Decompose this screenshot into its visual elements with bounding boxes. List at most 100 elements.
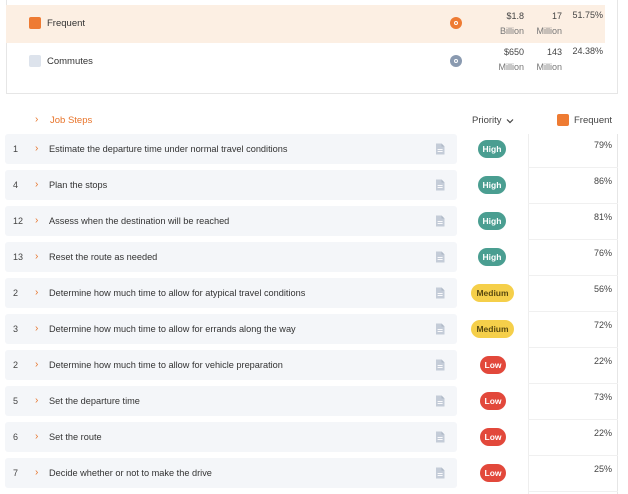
table-row[interactable]: 7 › Decide whether or not to make the dr…	[0, 458, 628, 492]
segment-row-commutes[interactable]: Commutes $650 Million 143 Million 24.38%	[6, 43, 605, 81]
segment-percent: 81%	[593, 212, 612, 222]
step-text: Determine how much time to allow for err…	[49, 324, 296, 334]
document-icon[interactable]	[435, 287, 445, 299]
row-divider	[528, 455, 618, 456]
segment-share: 51.75%	[572, 10, 603, 20]
target-icon[interactable]	[450, 55, 462, 67]
document-icon[interactable]	[435, 395, 445, 407]
row-divider	[528, 275, 618, 276]
document-icon[interactable]	[435, 467, 445, 479]
priority-badge: Low	[480, 428, 506, 446]
segment-percent: 79%	[593, 140, 612, 150]
table-row[interactable]: 6 › Set the route Low 22%	[0, 422, 628, 456]
priority-badge: High	[478, 248, 506, 266]
chevron-right-icon[interactable]: ›	[35, 287, 38, 298]
chevron-right-icon[interactable]: ›	[35, 114, 38, 125]
priority-badge: Low	[480, 356, 506, 374]
document-icon[interactable]	[435, 215, 445, 227]
chevron-right-icon[interactable]: ›	[35, 359, 38, 370]
document-icon[interactable]	[435, 179, 445, 191]
table-row[interactable]: 2 › Determine how much time to allow for…	[0, 278, 628, 312]
segment-column-label: Frequent	[574, 115, 613, 126]
priority-badge: Medium	[471, 320, 514, 338]
step-number: 7	[13, 468, 19, 478]
segment-name: Frequent	[47, 18, 86, 29]
row-divider	[528, 311, 618, 312]
job-steps-label[interactable]: Job Steps	[50, 115, 92, 126]
segment-percent: 56%	[593, 284, 612, 294]
step-number: 4	[13, 180, 19, 190]
table-row[interactable]: 1 › Estimate the departure time under no…	[0, 134, 628, 168]
priority-badge: Low	[480, 392, 506, 410]
row-divider	[528, 239, 618, 240]
chevron-right-icon[interactable]: ›	[35, 251, 38, 262]
step-text: Determine how much time to allow for veh…	[49, 360, 283, 370]
document-icon[interactable]	[435, 359, 445, 371]
segment-percent: 72%	[593, 320, 612, 330]
segment-swatch	[29, 55, 41, 67]
step-text: Reset the route as needed	[49, 252, 158, 262]
row-divider	[528, 383, 618, 384]
segment-percent: 22%	[593, 356, 612, 366]
table-row[interactable]: 12 › Assess when the destination will be…	[0, 206, 628, 240]
step-text: Set the departure time	[49, 396, 140, 406]
chevron-right-icon[interactable]: ›	[35, 467, 38, 478]
step-number: 2	[13, 360, 19, 370]
step-number: 3	[13, 324, 19, 334]
segment-row-frequent[interactable]: Frequent $1.8 Billion 17 Million 51.75%	[6, 5, 605, 43]
segment-percent: 25%	[593, 464, 612, 474]
step-number: 5	[13, 396, 19, 406]
step-text: Plan the stops	[49, 180, 108, 190]
document-icon[interactable]	[435, 251, 445, 263]
step-text: Determine how much time to allow for aty…	[49, 288, 306, 298]
row-divider	[528, 347, 618, 348]
table-row[interactable]: 4 › Plan the stops High 86%	[0, 170, 628, 204]
row-divider	[528, 203, 618, 204]
segment-revenue: $1.8 Billion	[499, 11, 524, 36]
chevron-right-icon[interactable]: ›	[35, 323, 38, 334]
row-divider	[528, 167, 618, 168]
segment-swatch	[557, 114, 569, 126]
table-row[interactable]: 3 › Determine how much time to allow for…	[0, 314, 628, 348]
segment-percent: 73%	[593, 392, 612, 402]
document-icon[interactable]	[435, 431, 445, 443]
row-divider	[528, 491, 618, 492]
segment-revenue: $650 Million	[498, 47, 524, 72]
priority-label: Priority	[472, 115, 502, 126]
step-number: 12	[13, 216, 24, 226]
row-divider	[528, 419, 618, 420]
table-row[interactable]: 2 › Determine how much time to allow for…	[0, 350, 628, 384]
step-text: Decide whether or not to make the drive	[49, 468, 212, 478]
segment-percent: 22%	[593, 428, 612, 438]
target-icon[interactable]	[450, 17, 462, 29]
priority-sort-button[interactable]: Priority	[472, 115, 514, 126]
chevron-right-icon[interactable]: ›	[35, 395, 38, 406]
step-text: Estimate the departure time under normal…	[49, 144, 288, 154]
priority-badge: High	[478, 212, 506, 230]
segment-share: 24.38%	[572, 46, 603, 56]
segment-percent: 86%	[593, 176, 612, 186]
step-number: 1	[13, 144, 19, 154]
priority-badge: High	[478, 176, 506, 194]
step-number: 6	[13, 432, 19, 442]
job-steps-header: › Job Steps Priority Frequent	[0, 110, 628, 130]
priority-badge: Medium	[471, 284, 514, 302]
chevron-right-icon[interactable]: ›	[35, 431, 38, 442]
step-text: Set the route	[49, 432, 102, 442]
document-icon[interactable]	[435, 323, 445, 335]
segment-name: Commutes	[47, 56, 93, 67]
table-row[interactable]: 13 › Reset the route as needed High 76%	[0, 242, 628, 276]
chevron-right-icon[interactable]: ›	[35, 215, 38, 226]
priority-badge: High	[478, 140, 506, 158]
segment-percent: 76%	[593, 248, 612, 258]
table-row[interactable]: 5 › Set the departure time Low 73%	[0, 386, 628, 420]
chevron-down-icon	[506, 118, 513, 123]
segment-swatch	[29, 17, 41, 29]
step-number: 2	[13, 288, 19, 298]
priority-badge: Low	[480, 464, 506, 482]
chevron-right-icon[interactable]: ›	[35, 179, 38, 190]
document-icon[interactable]	[435, 143, 445, 155]
step-text: Assess when the destination will be reac…	[49, 216, 230, 226]
chevron-right-icon[interactable]: ›	[35, 143, 38, 154]
step-number: 13	[13, 252, 24, 262]
